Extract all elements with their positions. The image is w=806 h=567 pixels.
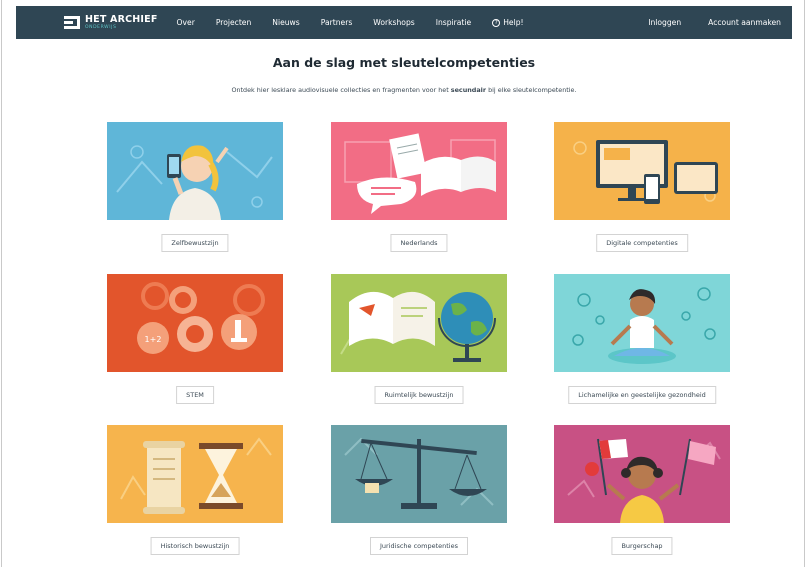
question-circle-icon: ? xyxy=(492,18,501,27)
card-label-lichamelijke-en-geestelijke-gezondheid[interactable]: Lichamelijke en geestelijke gezondheid xyxy=(568,386,716,404)
card-zelfbewustzijn[interactable]: Zelfbewustzijn xyxy=(107,122,283,252)
nav-item-help[interactable]: ? Help! xyxy=(492,18,524,27)
card-nederlands[interactable]: Nederlands xyxy=(331,122,507,252)
card-juridische-competenties[interactable]: Juridische competenties xyxy=(331,425,507,555)
nav-item-nieuws[interactable]: Nieuws xyxy=(272,18,299,27)
meditation-illustration[interactable] xyxy=(554,274,730,372)
card-label-stem[interactable]: STEM xyxy=(176,386,214,404)
nav-item-projecten[interactable]: Projecten xyxy=(216,18,251,27)
top-navbar: HET ARCHIEF ONDERWIJS Over Projecten Nie… xyxy=(16,6,792,39)
account-links: Inloggen Account aanmaken xyxy=(621,18,781,27)
globe-illustration-svg xyxy=(331,274,507,372)
nav-item-help-label: Help! xyxy=(503,18,524,27)
flags-illustration-svg xyxy=(554,425,730,523)
svg-text:1+2: 1+2 xyxy=(145,335,162,344)
login-link[interactable]: Inloggen xyxy=(648,18,681,27)
meditation-illustration-svg xyxy=(554,274,730,372)
card-digitale-competenties[interactable]: Digitale competenties xyxy=(554,122,730,252)
logo[interactable]: HET ARCHIEF ONDERWIJS xyxy=(64,13,158,31)
nav-item-over[interactable]: Over xyxy=(177,18,195,27)
card-burgerschap[interactable]: Burgerschap xyxy=(554,425,730,555)
flags-illustration[interactable] xyxy=(554,425,730,523)
logo-title: HET ARCHIEF xyxy=(85,13,158,25)
card-label-historisch-bewustzijn[interactable]: Historisch bewustzijn xyxy=(150,537,240,555)
card-label-digitale-competenties[interactable]: Digitale competenties xyxy=(596,234,688,252)
register-link[interactable]: Account aanmaken xyxy=(708,18,781,27)
hourglass-illustration-svg xyxy=(107,425,283,523)
page-intro: Ontdek hier lesklare audiovisuele collec… xyxy=(231,86,577,94)
globe-illustration[interactable] xyxy=(331,274,507,372)
selfie-illustration-svg xyxy=(107,122,283,220)
books-illustration[interactable] xyxy=(331,122,507,220)
hourglass-illustration[interactable] xyxy=(107,425,283,523)
nav-item-workshops[interactable]: Workshops xyxy=(373,18,414,27)
card-label-burgerschap[interactable]: Burgerschap xyxy=(611,537,673,555)
card-ruimtelijk-bewustzijn[interactable]: Ruimtelijk bewustzijn xyxy=(331,274,507,404)
nav-item-inspiratie[interactable]: Inspiratie xyxy=(436,18,471,27)
logo-subtitle: ONDERWIJS xyxy=(85,25,117,30)
card-label-ruimtelijk-bewustzijn[interactable]: Ruimtelijk bewustzijn xyxy=(374,386,464,404)
card-label-nederlands[interactable]: Nederlands xyxy=(390,234,448,252)
card-lichamelijke-en-geestelijke-gezondheid[interactable]: Lichamelijke en geestelijke gezondheid xyxy=(554,274,730,404)
card-label-juridische-competenties[interactable]: Juridische competenties xyxy=(369,537,469,555)
page-title: Aan de slag met sleutelcompetenties xyxy=(272,55,536,70)
gears-illustration-svg: 1+2 xyxy=(107,274,283,372)
devices-illustration[interactable] xyxy=(554,122,730,220)
nav-item-partners[interactable]: Partners xyxy=(321,18,353,27)
scales-illustration-svg xyxy=(331,425,507,523)
card-stem[interactable]: 1+2 STEM xyxy=(107,274,283,404)
selfie-illustration[interactable] xyxy=(107,122,283,220)
scales-illustration[interactable] xyxy=(331,425,507,523)
main-menu: Over Projecten Nieuws Partners Workshops… xyxy=(177,18,545,27)
intro-highlight: secundair xyxy=(450,86,487,94)
card-label-zelfbewustzijn[interactable]: Zelfbewustzijn xyxy=(161,234,229,252)
devices-illustration-svg xyxy=(554,122,730,220)
gears-illustration[interactable]: 1+2 xyxy=(107,274,283,372)
books-illustration-svg xyxy=(331,122,507,220)
logo-icon xyxy=(64,15,80,31)
card-historisch-bewustzijn[interactable]: Historisch bewustzijn xyxy=(107,425,283,555)
page-frame: HET ARCHIEF ONDERWIJS Over Projecten Nie… xyxy=(1,0,805,567)
